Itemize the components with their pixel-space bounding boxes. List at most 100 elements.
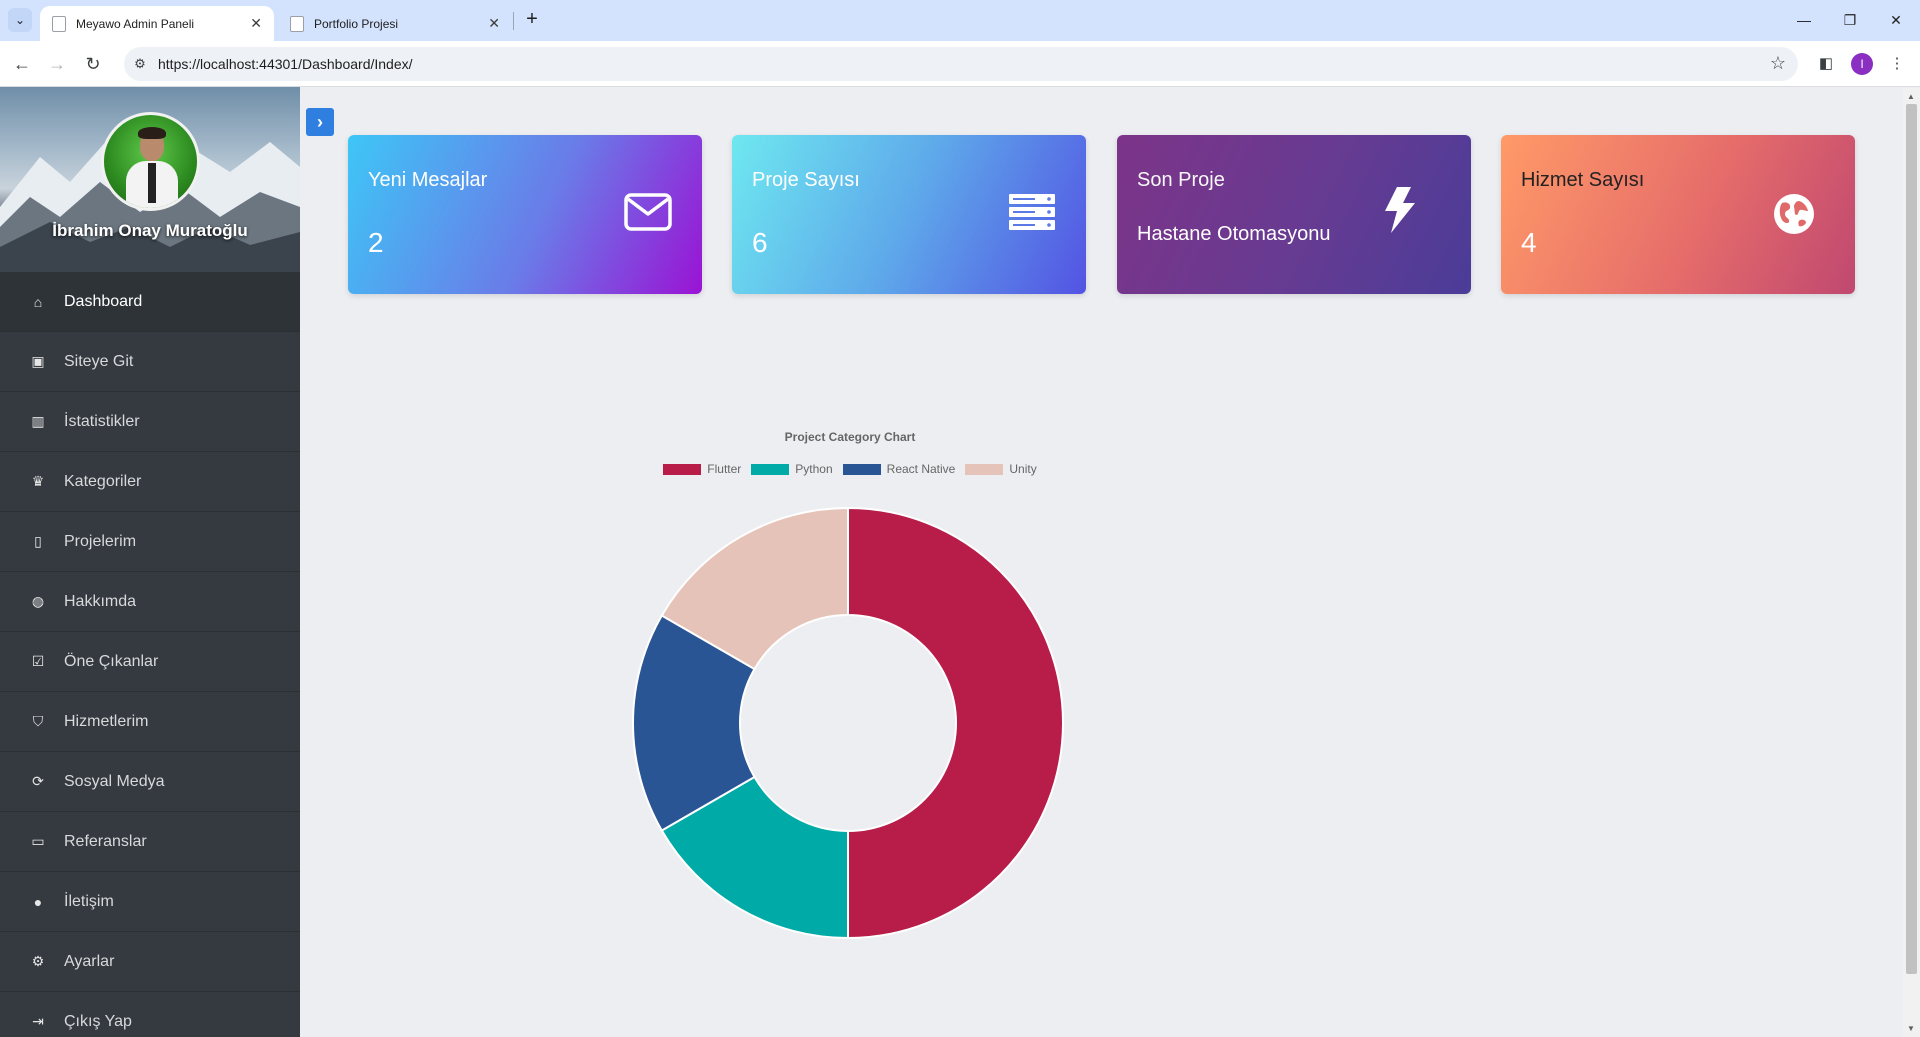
sidebar-item-cikis-yap[interactable]: ⇥ Çıkış Yap — [0, 992, 300, 1037]
reload-button[interactable]: ↻ — [79, 50, 107, 78]
sidebar-item-istatistikler[interactable]: ▥ İstatistikler — [0, 392, 300, 452]
avatar — [101, 112, 200, 211]
card-value: 4 — [1521, 227, 1537, 258]
address-bar[interactable]: ⚙ https://localhost:44301/Dashboard/Inde… — [124, 47, 1798, 81]
sidebar-item-label: Çıkış Yap — [64, 1012, 132, 1030]
legend-swatch — [842, 463, 881, 475]
legend-item-python[interactable]: Python — [751, 462, 833, 476]
project-category-chart: Project Category Chart Flutter Python Re… — [600, 420, 1100, 940]
browser-tab-active[interactable]: Meyawo Admin Paneli ✕ — [40, 6, 274, 41]
side-panel-icon[interactable]: ◧ — [1815, 53, 1837, 75]
donut-slice-flutter[interactable] — [847, 506, 1064, 940]
sidebar-item-referanslar[interactable]: ▭ Referanslar — [0, 812, 300, 872]
user-name: İbrahim Onay Muratoğlu — [52, 221, 248, 240]
sidebar-item-dashboard[interactable]: ⌂ Dashboard — [0, 272, 300, 332]
card-value: Hastane Otomasyonu — [1137, 223, 1331, 245]
sidebar: İbrahim Onay Muratoğlu ⌂ Dashboard ▣ Sit… — [0, 87, 300, 1037]
legend-label: Python — [795, 462, 833, 476]
sidebar-item-sosyal-medya[interactable]: ⟳ Sosyal Medya — [0, 752, 300, 812]
sidebar-item-label: İletişim — [64, 892, 114, 910]
stat-card-service-count[interactable]: Hizmet Sayısı 4 — [1501, 135, 1855, 294]
scrollbar-thumb[interactable] — [1906, 104, 1917, 974]
tab-title: Portfolio Projesi — [314, 16, 399, 31]
sidebar-item-label: Dashboard — [64, 292, 143, 310]
menu-kebab-icon[interactable]: ⋮ — [1886, 53, 1908, 75]
legend-label: Flutter — [707, 462, 742, 476]
sidebar-item-kategoriler[interactable]: ♛ Kategoriler — [0, 452, 300, 512]
tab-search-button[interactable]: ⌄ — [8, 8, 32, 32]
page-favicon-icon — [52, 15, 66, 32]
gear-icon: ⚙ — [31, 953, 45, 969]
restore-button[interactable]: ❐ — [1830, 6, 1870, 34]
sidebar-item-label: Hizmetlerim — [64, 712, 149, 730]
browser-tab-bar: ⌄ Meyawo Admin Paneli ✕ Portfolio Projes… — [0, 0, 1920, 41]
close-icon[interactable]: ✕ — [250, 15, 262, 32]
server-icon — [1009, 194, 1055, 230]
legend-swatch — [965, 463, 1004, 475]
chart-title: Project Category Chart — [784, 430, 916, 444]
refresh-icon: ⟳ — [32, 773, 44, 789]
legend-label: React Native — [886, 462, 956, 476]
legend-swatch — [751, 463, 790, 475]
legend-item-flutter[interactable]: Flutter — [663, 462, 741, 476]
sidebar-item-label: Ayarlar — [64, 952, 115, 970]
card-value: 2 — [368, 227, 384, 258]
bar-chart-icon: ▥ — [31, 413, 45, 429]
scroll-down-arrow-icon[interactable]: ▼ — [1907, 1024, 1915, 1033]
browser-tab[interactable]: Portfolio Projesi ✕ — [278, 6, 512, 41]
sidebar-item-label: Referanslar — [64, 832, 147, 850]
mobile-icon: ▯ — [34, 533, 42, 549]
globe-icon: ◍ — [31, 593, 45, 609]
page-favicon-icon — [290, 15, 304, 32]
tab-separator — [513, 12, 514, 30]
close-icon[interactable]: ✕ — [488, 15, 500, 32]
url-text[interactable]: https://localhost:44301/Dashboard/Index/ — [158, 56, 413, 72]
envelope-icon — [624, 193, 672, 231]
home-icon: ⌂ — [33, 293, 43, 310]
sidebar-profile-header: İbrahim Onay Muratoğlu — [0, 87, 300, 272]
tab-title: Meyawo Admin Paneli — [76, 16, 195, 31]
sidebar-item-label: İstatistikler — [64, 412, 140, 430]
sign-out-icon: ⇥ — [32, 1013, 44, 1029]
card-title: Yeni Mesajlar — [368, 169, 488, 191]
sidebar-item-projelerim[interactable]: ▯ Projelerim — [0, 512, 300, 572]
sidebar-item-hizmetlerim[interactable]: ⛉ Hizmetlerim — [0, 692, 300, 752]
profile-avatar[interactable]: I — [1851, 53, 1873, 75]
legend-item-react-native[interactable]: React Native — [842, 462, 956, 476]
trophy-icon: ♛ — [31, 473, 45, 489]
minimize-button[interactable]: — — [1784, 6, 1824, 34]
sidebar-item-label: Projelerim — [64, 532, 137, 550]
stat-card-project-count[interactable]: Proje Sayısı 6 — [732, 135, 1086, 294]
legend-item-unity[interactable]: Unity — [965, 462, 1037, 476]
shield-icon: ⛉ — [32, 713, 44, 729]
card-title: Hizmet Sayısı — [1521, 169, 1645, 191]
sidebar-item-iletisim[interactable]: ● İletişim — [0, 872, 300, 932]
donut-chart — [632, 506, 1064, 940]
forward-button[interactable]: → — [43, 50, 71, 78]
stat-card-new-messages[interactable]: Yeni Mesajlar 2 — [348, 135, 702, 294]
legend-swatch — [663, 463, 702, 475]
sidebar-item-label: Öne Çıkanlar — [64, 652, 159, 670]
site-info-icon[interactable]: ⚙ — [132, 56, 148, 72]
scroll-up-arrow-icon[interactable]: ▲ — [1907, 92, 1915, 101]
sidebar-item-siteye-git[interactable]: ▣ Siteye Git — [0, 332, 300, 392]
sidebar-item-label: Sosyal Medya — [64, 772, 165, 790]
page-scrollbar[interactable]: ▲ ▼ — [1903, 88, 1920, 1037]
back-button[interactable]: ← — [8, 50, 36, 78]
sidebar-item-hakkimda[interactable]: ◍ Hakkımda — [0, 572, 300, 632]
check-square-icon: ☑ — [31, 653, 45, 669]
sidebar-item-label: Siteye Git — [64, 352, 134, 370]
user-icon: ● — [33, 893, 43, 910]
gift-icon: ▣ — [31, 353, 45, 369]
browser-toolbar: ← → ↻ ⚙ https://localhost:44301/Dashboar… — [0, 41, 1920, 87]
close-window-button[interactable]: ✕ — [1876, 6, 1916, 34]
new-tab-button[interactable]: + — [520, 8, 544, 32]
sidebar-item-ayarlar[interactable]: ⚙ Ayarlar — [0, 932, 300, 992]
card-title: Son Proje — [1137, 169, 1225, 191]
stat-card-last-project[interactable]: Son Proje Hastane Otomasyonu — [1117, 135, 1471, 294]
sidebar-toggle-button[interactable]: › — [306, 108, 334, 136]
sidebar-item-label: Hakkımda — [64, 592, 137, 610]
battery-icon: ▭ — [31, 833, 45, 849]
sidebar-item-one-cikanlar[interactable]: ☑ Öne Çıkanlar — [0, 632, 300, 692]
bookmark-star-icon[interactable]: ☆ — [1770, 53, 1786, 74]
